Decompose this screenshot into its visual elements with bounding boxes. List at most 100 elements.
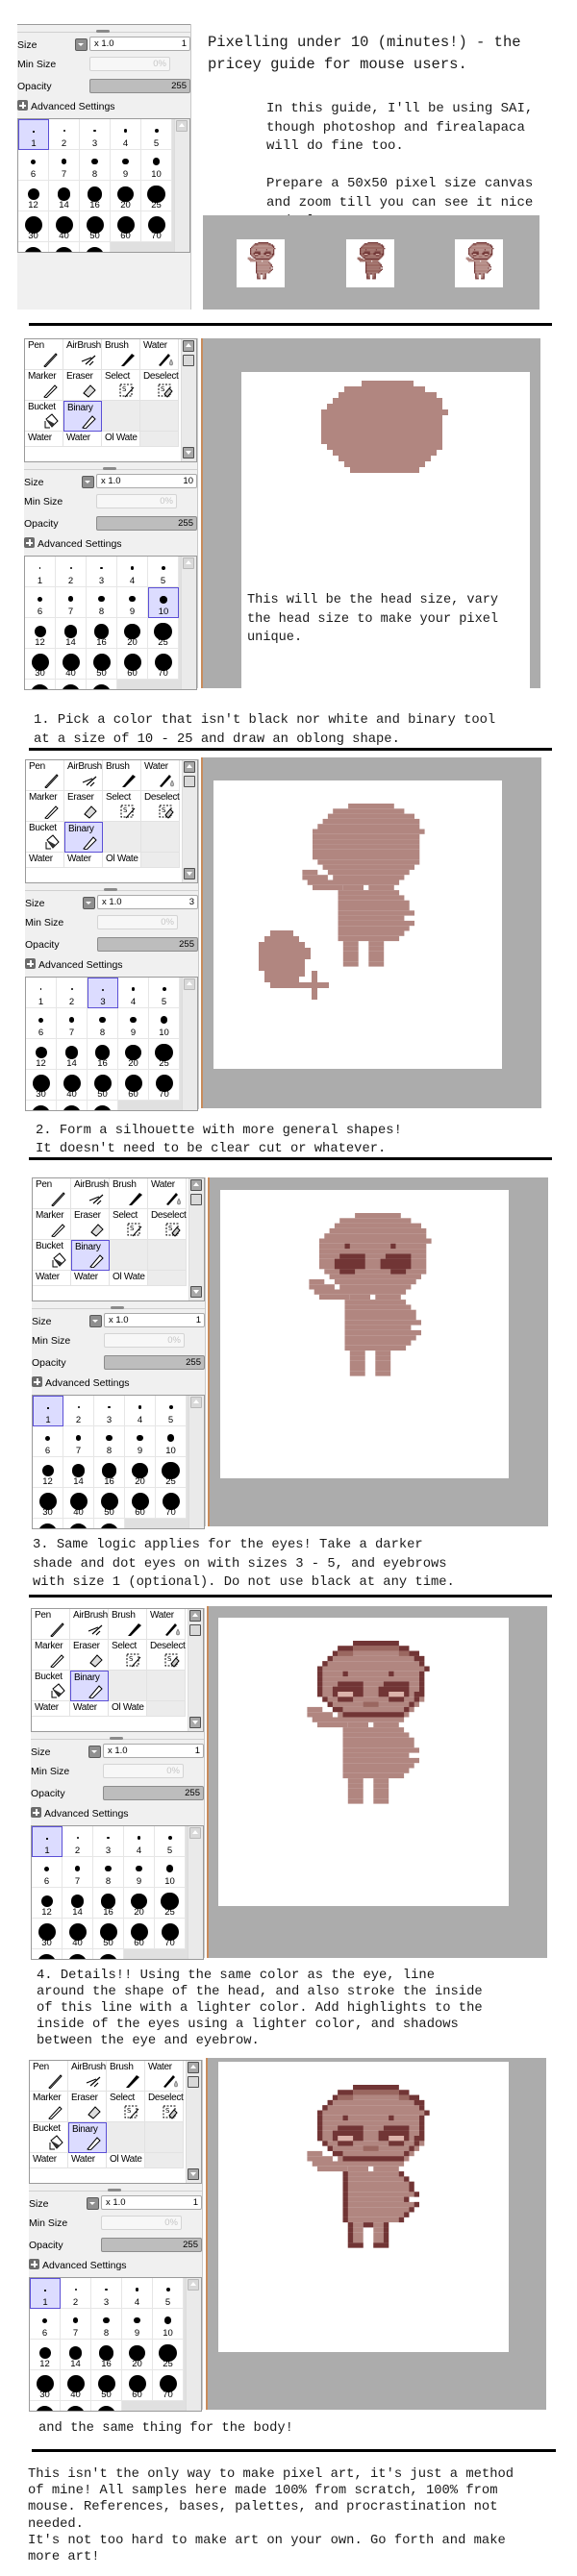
brush-size-40[interactable]: 40 (63, 1488, 94, 1519)
brush-size-14[interactable]: 14 (49, 181, 80, 211)
brush-size-7[interactable]: 7 (56, 587, 87, 618)
tool-water[interactable]: Water (64, 853, 103, 868)
size-dropdown-chevron-down-icon[interactable] (75, 38, 88, 51)
brush-size-100[interactable]: 100 (94, 1519, 125, 1528)
brush-size-8[interactable]: 8 (88, 1008, 118, 1039)
opacity-slider[interactable]: 255 (104, 1355, 205, 1370)
tool-pen[interactable]: Pen (32, 1609, 70, 1640)
brush-size-4[interactable]: 4 (125, 1396, 156, 1426)
tool-marker[interactable]: Marker (33, 1209, 71, 1240)
brush-size-5[interactable]: 5 (156, 1396, 187, 1426)
brush-size-100[interactable]: 100 (91, 2401, 122, 2411)
brush-size-70[interactable]: 70 (148, 649, 179, 680)
brush-size-70[interactable]: 70 (149, 1070, 180, 1101)
brush-size-20[interactable]: 20 (125, 1457, 156, 1488)
tool-grid-scrollbar[interactable] (181, 339, 196, 461)
size-dropdown-chevron-down-icon[interactable] (88, 1746, 101, 1758)
tool-airbrush[interactable]: AirBrush (64, 760, 103, 791)
tool-binary[interactable]: Binary (70, 1671, 109, 1701)
brush-size-50[interactable]: 50 (80, 211, 111, 242)
brush-size-6[interactable]: 6 (30, 2309, 61, 2340)
tool-brush[interactable]: Brush (110, 1178, 148, 1209)
brush-size-2[interactable]: 2 (61, 2278, 91, 2309)
brush-grid-scrollbar[interactable] (174, 119, 189, 252)
brush-size-12[interactable]: 12 (30, 2340, 61, 2370)
brush-size-5[interactable]: 5 (148, 557, 179, 587)
opacity-slider[interactable]: 255 (97, 937, 198, 952)
brush-size-1[interactable]: 1 (32, 1826, 63, 1857)
scroll-up-arrow-icon[interactable] (188, 2062, 199, 2073)
brush-size-7[interactable]: 7 (49, 150, 80, 181)
brush-grid-scrollbar[interactable] (188, 1396, 204, 1528)
brush-size-80[interactable]: 80 (18, 242, 49, 252)
brush-size-3[interactable]: 3 (88, 978, 118, 1008)
tool-grid-scrollbar[interactable] (188, 1609, 203, 1731)
brush-size-14[interactable]: 14 (57, 1039, 88, 1070)
canvas[interactable] (218, 2062, 509, 2352)
brush-size-60[interactable]: 60 (111, 211, 141, 242)
brush-size-16[interactable]: 16 (94, 1457, 125, 1488)
canvas[interactable] (213, 780, 502, 1069)
brush-size-80[interactable]: 80 (33, 1519, 63, 1528)
brush-size-5[interactable]: 5 (149, 978, 180, 1008)
tool-pen[interactable]: Pen (26, 760, 64, 791)
scroll-up-arrow-icon[interactable] (176, 120, 188, 132)
scroll-thumb[interactable] (184, 776, 195, 787)
brush-size-9[interactable]: 9 (125, 1426, 156, 1457)
size-input[interactable]: x 1.0 1 (101, 2195, 202, 2210)
tool-pen[interactable]: Pen (30, 2061, 68, 2092)
scroll-down-arrow-icon[interactable] (188, 2168, 199, 2180)
tool-marker[interactable]: Marker (26, 791, 64, 822)
brush-size-16[interactable]: 16 (80, 181, 111, 211)
brush-size-40[interactable]: 40 (49, 211, 80, 242)
tool-binary[interactable]: Binary (68, 2122, 107, 2153)
brush-size-8[interactable]: 8 (91, 2309, 122, 2340)
size-input[interactable]: x 1.0 1 (103, 1744, 204, 1758)
tool-grid-scrollbar[interactable] (182, 760, 197, 882)
advanced-settings-toggle[interactable]: Advanced Settings (31, 1807, 129, 1820)
canvas[interactable] (220, 1190, 509, 1478)
tool-marker[interactable]: Marker (30, 2092, 68, 2122)
panel-resize-grip[interactable] (104, 888, 117, 891)
scroll-up-arrow-icon[interactable] (190, 1179, 202, 1191)
brush-size-80[interactable]: 80 (30, 2401, 61, 2411)
tool-binary[interactable]: Binary (64, 822, 103, 853)
brush-size-16[interactable]: 16 (87, 618, 117, 649)
brush-size-100[interactable]: 100 (88, 1101, 118, 1110)
advanced-settings-toggle[interactable]: Advanced Settings (25, 958, 123, 971)
tool-water[interactable]: Water (141, 760, 180, 791)
brush-size-100[interactable]: 100 (80, 242, 111, 252)
brush-size-4[interactable]: 4 (124, 1826, 155, 1857)
tool-grid-scrollbar[interactable] (188, 1178, 204, 1300)
brush-size-50[interactable]: 50 (91, 2370, 122, 2401)
tool-airbrush[interactable]: AirBrush (70, 1609, 109, 1640)
canvas[interactable] (218, 1618, 509, 1906)
brush-size-20[interactable]: 20 (122, 2340, 153, 2370)
size-input[interactable]: x 1.0 3 (97, 895, 198, 909)
tool-bucket[interactable]: Bucket (25, 401, 63, 432)
tool-ol-wate[interactable]: Ol Wate (103, 853, 141, 868)
scroll-up-arrow-icon[interactable] (190, 1397, 202, 1408)
panel-resize-grip[interactable] (108, 2189, 121, 2192)
brush-size-30[interactable]: 30 (33, 1488, 63, 1519)
brush-size-5[interactable]: 5 (155, 1826, 186, 1857)
brush-size-12[interactable]: 12 (33, 1457, 63, 1488)
brush-size-30[interactable]: 30 (32, 1919, 63, 1949)
scroll-thumb[interactable] (190, 1194, 202, 1205)
brush-size-80[interactable]: 80 (32, 1949, 63, 1959)
tool-select[interactable]: Select S (109, 1640, 147, 1671)
opacity-slider[interactable]: 255 (96, 516, 197, 531)
tool-ol-wate[interactable]: Ol Wate (109, 1701, 147, 1717)
brush-size-30[interactable]: 30 (26, 1070, 57, 1101)
brush-grid-scrollbar[interactable] (182, 978, 197, 1110)
brush-size-2[interactable]: 2 (56, 557, 87, 587)
panel-resize-grip[interactable] (96, 30, 110, 33)
brush-size-70[interactable]: 70 (155, 1919, 186, 1949)
brush-size-7[interactable]: 7 (61, 2309, 91, 2340)
brush-size-10[interactable]: 10 (148, 587, 179, 618)
brush-size-2[interactable]: 2 (63, 1826, 93, 1857)
brush-size-6[interactable]: 6 (26, 1008, 57, 1039)
brush-size-7[interactable]: 7 (63, 1857, 93, 1888)
brush-size-12[interactable]: 12 (26, 1039, 57, 1070)
brush-size-90[interactable]: 90 (56, 680, 87, 689)
